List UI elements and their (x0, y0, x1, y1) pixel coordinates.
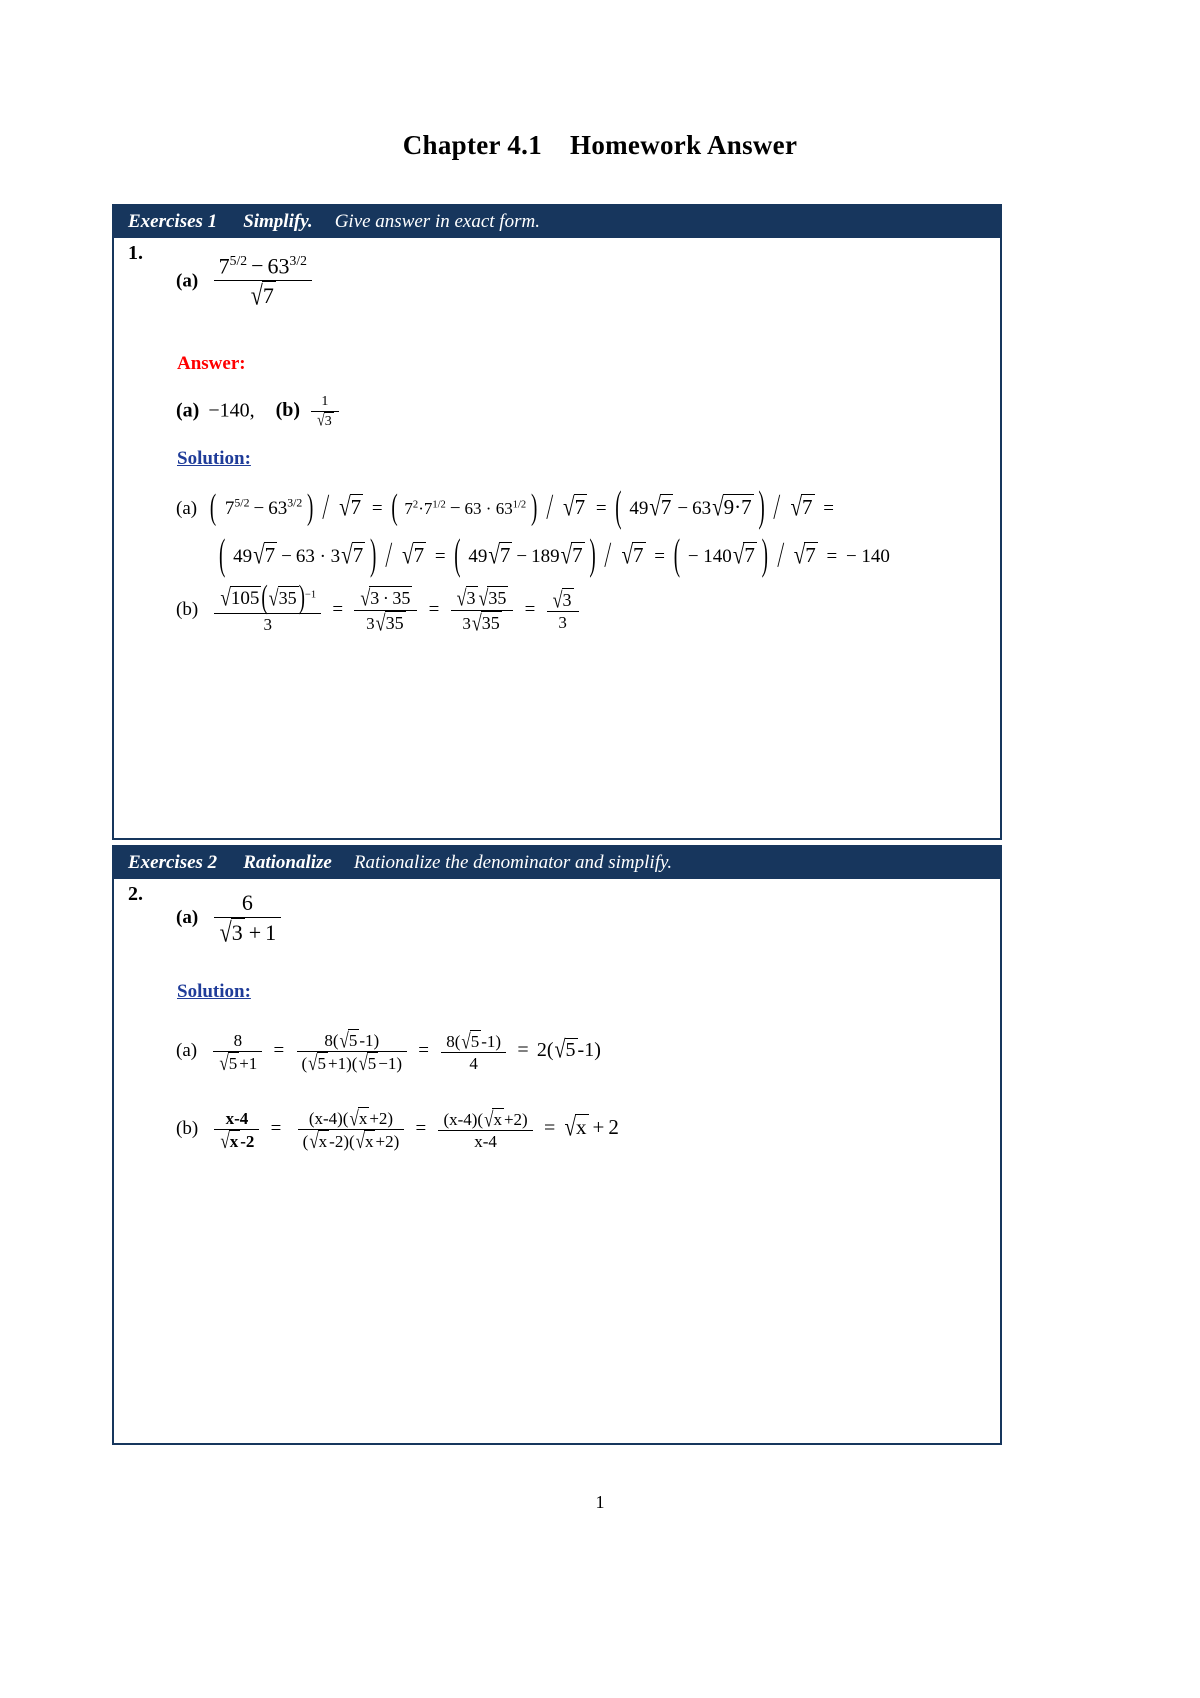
solution-1b-line: (b) √105 (√35)−1 3 = √3 · 35 3√35 = √3 √35… (176, 580, 582, 636)
solution-1a-line-1: (a) ( 75/2−633/2 ) / √7 = ( 72·71/2−63 ·… (176, 483, 835, 532)
exercise-1-box: Exercises 1 Simplify. Give answer in exa… (112, 204, 1002, 840)
solution-label-1: Solution: (177, 448, 251, 469)
solution-label-2: Solution: (177, 981, 251, 1002)
exercise-2-body: 2. (a) 6 √3 +1 Solution: (a) 8 √5 +1 = 8… (114, 879, 1000, 1443)
exercise-1-body: 1. (a) 75/2−633/2 √7 Answer: (a) −140, (… (114, 238, 1000, 838)
page-title: Chapter 4.1 Homework Answer (0, 130, 1200, 161)
exercise-2-number: Exercises 2 (128, 852, 218, 873)
exercise-1-description: Give answer in exact form. (334, 211, 540, 232)
exercise-2-verb: Rationalize (243, 852, 332, 873)
problem-2-number: 2. (128, 883, 143, 905)
page-title-chapter: Chapter 4.1 (402, 130, 543, 160)
exercise-1-header: Exercises 1 Simplify. Give answer in exa… (114, 206, 1000, 238)
page-number: 1 (595, 1492, 605, 1512)
exercise-1-verb: Simplify. (243, 211, 313, 232)
document-page: Chapter 4.1 Homework Answer Exercises 1 S… (0, 0, 1200, 1698)
problem-1a-expression: (a) 75/2−633/2 √7 (176, 252, 315, 311)
problem-1-number: 1. (128, 242, 143, 264)
solution-1a-line-2: ( 49√7−63 · 3√7 ) / √7 = ( 49√7−189√7 ) … (219, 531, 890, 580)
answer-label-1: Answer: (177, 353, 246, 374)
exercise-1-number: Exercises 1 (128, 211, 218, 232)
exercise-2-description: Rationalize the denominator and simplify… (353, 852, 673, 873)
answer-1-values: (a) −140, (b) 1 √3 (176, 393, 342, 431)
page-title-subject: Homework Answer (570, 130, 798, 160)
exercise-2-box: Exercises 2 Rationalize Rationalize the … (112, 845, 1002, 1445)
solution-2a-line: (a) 8 √5 +1 = 8(√5 -1) (√5 +1)(√5 −1) = 8(√5… (176, 1028, 601, 1076)
exercise-2-header: Exercises 2 Rationalize Rationalize the … (114, 847, 1000, 879)
solution-2b-line: (b) x-4 √x -2 = (x-4)(√x +2) (√x -2)(√x +2) … (176, 1106, 619, 1154)
problem-2a-expression: (a) 6 √3 +1 (176, 889, 284, 947)
